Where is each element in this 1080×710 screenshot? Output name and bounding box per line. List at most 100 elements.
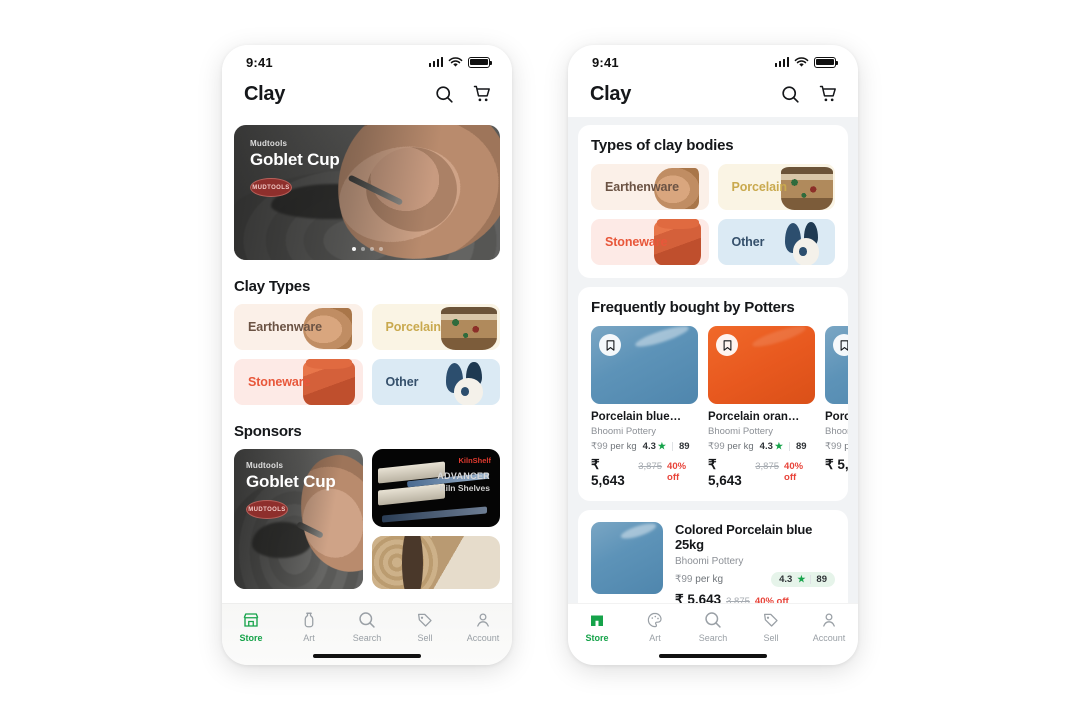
clay-type-card-porcelain[interactable]: Porcelain <box>717 164 835 210</box>
home-indicator <box>659 653 767 658</box>
battery-icon <box>468 56 493 68</box>
sponsor-name: Goblet Cup <box>246 472 336 491</box>
product-old-price: 3,875 <box>726 596 750 603</box>
product-brand: Bhoomi Pottery <box>708 426 773 437</box>
tab-account[interactable]: Account <box>454 611 512 643</box>
tab-account[interactable]: Account <box>800 611 858 643</box>
product-card[interactable]: Porce Bhoom ₹99 pe ₹ 5,64 <box>825 326 848 488</box>
product-unit-price: ₹99 <box>708 441 725 452</box>
product-unit-price: ₹99 <box>675 574 693 585</box>
clay-type-card-stoneware[interactable]: Stoneware <box>591 219 709 265</box>
product-unit: per kg <box>610 441 637 452</box>
tab-bar: Store Art Search Sell Account <box>568 603 858 665</box>
wifi-icon <box>794 56 809 67</box>
product-card[interactable]: Porcelain oran… Bhoomi Pottery ₹99 per k… <box>708 326 815 488</box>
clay-bodies-title: Types of clay bodies <box>591 137 734 154</box>
sponsor-card-kilnshelf[interactable]: KilnShelf ADVANCER Kiln Shelves <box>371 449 500 527</box>
clay-type-card-stoneware[interactable]: Stoneware <box>234 359 363 405</box>
hero-banner[interactable]: Mudtools Goblet Cup MUDTOOLS <box>234 125 500 260</box>
wifi-icon <box>448 56 463 67</box>
product-review-count: 89 <box>678 441 690 452</box>
sponsors-grid: Mudtools Goblet Cup MUDTOOLS KilnShelf A… <box>234 449 500 589</box>
clay-bodies-heading: Types of clay bodies <box>578 137 848 164</box>
clay-type-card-other[interactable]: Other <box>371 359 500 405</box>
person-icon <box>823 613 835 627</box>
product-unit: per kg <box>695 574 724 585</box>
bookmark-icon[interactable] <box>599 334 621 356</box>
product-review-count: 89 <box>795 441 807 452</box>
status-bar: 9:41 <box>568 45 858 75</box>
clay-bodies-card: Types of clay bodies Earthenware Porcela… <box>578 125 848 278</box>
cellular-bars-icon <box>774 57 789 67</box>
hero-logo: MUDTOOLS <box>250 178 292 197</box>
product-rating: 4.3 ★ <box>642 441 666 452</box>
product-thumbnail[interactable] <box>825 326 848 404</box>
battery-icon <box>814 56 839 68</box>
product-detail-body: Colored Porcelain blue 25kg Bhoomi Potte… <box>578 522 848 603</box>
product-thumbnail[interactable] <box>591 522 663 594</box>
search-icon[interactable] <box>435 85 454 104</box>
frequently-bought-heading: Frequently bought by Potters <box>578 299 848 326</box>
product-meta: ₹99 pe <box>825 441 848 452</box>
tab-search[interactable]: Search <box>338 611 396 643</box>
tab-store[interactable]: Store <box>222 611 280 643</box>
product-name: Porce <box>825 411 848 423</box>
other-ceramic-icon <box>783 221 830 265</box>
product-name: Colored Porcelain blue 25kg <box>675 522 813 552</box>
sponsor-card-pottery-wheel[interactable] <box>371 536 500 589</box>
search-icon[interactable] <box>781 85 800 104</box>
product-discount: 40% off <box>784 461 804 483</box>
art-icon <box>304 612 314 628</box>
person-icon <box>477 613 489 627</box>
tab-label: Store <box>585 633 609 643</box>
product-thumbnail[interactable] <box>708 326 815 404</box>
product-unit-price: ₹99 <box>825 441 842 452</box>
shopping-cart-icon[interactable] <box>472 84 492 104</box>
tab-search[interactable]: Search <box>684 611 742 643</box>
search-icon <box>705 612 721 628</box>
product-thumbnail[interactable] <box>591 326 698 404</box>
tab-store[interactable]: Store <box>568 611 626 643</box>
product-card[interactable]: Porcelain blue… Bhoomi Pottery ₹99 per k… <box>591 326 698 488</box>
clay-type-card-porcelain[interactable]: Porcelain <box>371 304 500 350</box>
clay-type-label: Other <box>385 375 419 389</box>
clay-type-label: Earthenware <box>605 180 679 194</box>
product-meta: ₹99 per kg 4.3 ★ 89 <box>591 441 698 452</box>
product-price-row: ₹ 5,643 3,875 40% off <box>708 457 815 488</box>
tab-sell[interactable]: Sell <box>742 611 800 643</box>
tag-icon <box>417 613 432 627</box>
clay-type-card-other[interactable]: Other <box>717 219 835 265</box>
sponsors-heading-row: Sponsors <box>222 423 512 440</box>
carousel-dots[interactable] <box>234 247 500 251</box>
other-ceramic-icon <box>443 361 494 405</box>
bookmark-icon[interactable] <box>833 334 848 356</box>
tab-art[interactable]: Art <box>626 611 684 643</box>
tab-sell[interactable]: Sell <box>396 611 454 643</box>
rating-value: 4.3 <box>779 574 793 585</box>
clay-types-grid: Earthenware Porcelain Stoneware Other <box>234 304 500 405</box>
app-header: Clay <box>568 75 858 117</box>
tab-art[interactable]: Art <box>280 611 338 643</box>
bookmark-icon[interactable] <box>716 334 738 356</box>
rating-badge: 4.3 ★ 89 <box>771 572 835 587</box>
product-detail-card[interactable]: Colored Porcelain blue 25kg Bhoomi Potte… <box>578 510 848 603</box>
header-actions <box>781 84 838 104</box>
product-rating: 4.3 ★ <box>759 441 783 452</box>
tab-label: Store <box>239 633 263 643</box>
clay-type-card-earthenware[interactable]: Earthenware <box>591 164 709 210</box>
page-title: Clay <box>590 82 632 105</box>
kilnshelf-brand: KilnShelf <box>458 456 491 465</box>
sponsor-right-column: KilnShelf ADVANCER Kiln Shelves <box>371 449 500 589</box>
product-price: ₹ 5,64 <box>825 457 848 472</box>
shopping-cart-icon[interactable] <box>818 84 838 104</box>
product-price: ₹ 5,643 <box>675 592 722 603</box>
product-price-row: ₹ 5,643 3,875 40% off <box>591 457 698 488</box>
status-icons <box>774 56 839 68</box>
clay-bodies-grid: Earthenware Porcelain Stoneware Other <box>591 164 835 265</box>
hero-product-name: Goblet Cup <box>250 150 340 169</box>
clay-type-card-earthenware[interactable]: Earthenware <box>234 304 363 350</box>
sponsor-card-mudtools[interactable]: Mudtools Goblet Cup MUDTOOLS <box>234 449 363 589</box>
sponsors-section: Mudtools Goblet Cup MUDTOOLS KilnShelf A… <box>222 449 512 589</box>
product-carousel[interactable]: Porcelain blue… Bhoomi Pottery ₹99 per k… <box>578 326 848 488</box>
product-price-row: ₹ 5,64 <box>825 457 848 473</box>
